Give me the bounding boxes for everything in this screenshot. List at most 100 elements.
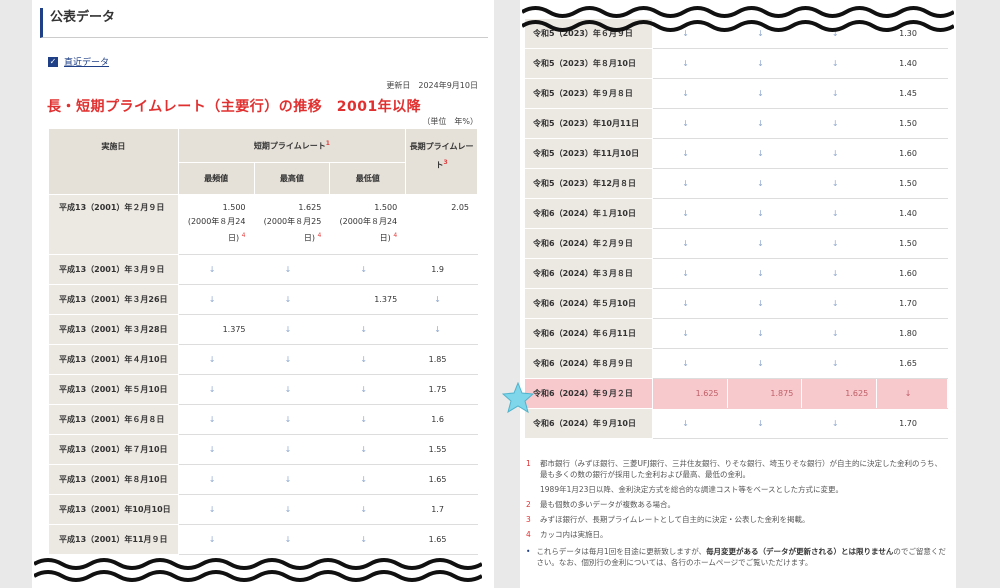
table-row: 平成13（2001）年４月10日 ↓ ↓ ↓ 1.85 [48, 344, 478, 375]
updated-date: 更新日 2024年9月10日 [386, 81, 478, 90]
max-cell: ↓ [726, 108, 803, 139]
header-long-prime: 長期プライムレート3 [405, 128, 478, 195]
min-cell: 1.500 (2000年８月24日) 4 [329, 194, 407, 255]
max-cell: ↓ [253, 254, 331, 285]
date-cell: 令和5（2023）年12月８日 [524, 168, 653, 199]
table-row: 平成13（2001）年３月９日 ↓ ↓ ↓ 1.9 [48, 254, 478, 285]
min-cell: ↓ [329, 314, 407, 345]
max-cell: ↓ [726, 78, 803, 109]
long-cell: 1.50 [876, 168, 948, 199]
max-cell: ↓ [726, 288, 803, 319]
min-cell: ↓ [801, 108, 878, 139]
min-cell: ↓ [801, 258, 878, 289]
min-cell: ↓ [329, 374, 407, 405]
table-row: 平成13（2001）年３月28日 1.375 ↓ ↓ ↓ [48, 314, 478, 345]
footnote-number: 2 [526, 500, 531, 509]
min-value: 1.500 [374, 203, 398, 212]
max-cell: 1.625 (2000年８月25日) 4 [253, 194, 331, 255]
mode-date-note: (2000年８月24日) 4 [187, 217, 246, 243]
footnote-text: 最も個数の多いデータが複数ある場合。 [540, 500, 675, 509]
min-cell: ↓ [801, 168, 878, 199]
date-cell: 令和5（2023）年11月10日 [524, 138, 653, 169]
footnote-ref-1: 1 [325, 139, 330, 147]
mode-cell: ↓ [651, 228, 728, 259]
long-cell: 1.65 [405, 524, 478, 555]
header-mode: 最頻値 [177, 162, 255, 195]
table-row: 平成13（2001）年５月10日 ↓ ↓ ↓ 1.75 [48, 374, 478, 405]
table-row: 令和5（2023）年12月８日 ↓ ↓ ↓ 1.50 [524, 168, 948, 199]
long-cell: 1.50 [876, 108, 948, 139]
max-date-note: (2000年８月25日) 4 [263, 217, 322, 243]
mode-cell: ↓ [651, 108, 728, 139]
table-row: 令和5（2023）年８月10日 ↓ ↓ ↓ 1.40 [524, 48, 948, 79]
long-cell: ↓ [405, 314, 478, 345]
date-cell: 令和5（2023）年10月11日 [524, 108, 653, 139]
min-cell: ↓ [801, 318, 878, 349]
footnote-item: 3 みずほ銀行が、長期プライムレートとして自主的に決定・公表した金利を掲載。 [526, 514, 946, 525]
long-cell: 1.65 [876, 348, 948, 379]
min-cell: ↓ [329, 524, 407, 555]
date-cell: 令和6（2024）年６月11日 [524, 318, 653, 349]
long-cell: 1.80 [876, 318, 948, 349]
min-date-note: (2000年８月24日) 4 [339, 217, 398, 243]
long-cell: ↓ [876, 378, 948, 409]
footnote-item: 4 カッコ内は実施日。 [526, 529, 946, 540]
min-cell: ↓ [801, 348, 878, 379]
footnote-number: 4 [526, 530, 531, 539]
min-cell: ↓ [801, 78, 878, 109]
mode-cell: ↓ [651, 288, 728, 319]
mode-cell: ↓ [177, 524, 255, 555]
long-cell: 2.05 [405, 194, 478, 255]
max-cell: ↓ [253, 284, 331, 315]
date-cell: 平成13（2001）年４月10日 [48, 344, 179, 375]
date-cell: 平成13（2001）年３月９日 [48, 254, 179, 285]
long-cell: 1.40 [876, 48, 948, 79]
date-cell: 令和6（2024）年５月10日 [524, 288, 653, 319]
recent-data-link[interactable]: ✓ 直近データ [48, 55, 109, 68]
mode-cell: ↓ [651, 348, 728, 379]
date-cell: 令和6（2024）年１月10日 [524, 198, 653, 229]
table-row: 令和6（2024）年９月２日 1.625 1.875 1.625 ↓ [524, 378, 948, 409]
min-cell: ↓ [329, 254, 407, 285]
section-title: 公表データ [50, 10, 116, 25]
table-row: 平成13（2001）年３月26日 ↓ ↓ 1.375 ↓ [48, 284, 478, 315]
header-short-label: 短期プライムレート [253, 141, 326, 151]
max-cell: ↓ [726, 168, 803, 199]
date-cell: 平成13（2001）年７月10日 [48, 434, 179, 465]
date-cell: 令和5（2023）年６月９日 [524, 18, 653, 49]
header-date: 実施日 [48, 128, 179, 195]
table-row: 平成13（2001）年２月９日 1.500 (2000年８月24日) 4 1.6… [48, 194, 478, 255]
long-cell: 1.55 [405, 434, 478, 465]
long-cell: 1.60 [876, 138, 948, 169]
date-cell: 令和6（2024）年９月10日 [524, 408, 653, 439]
footnote-item: 1989年1月23日以降、金利決定方式を総合的な調達コスト等をベースとした方式に… [526, 484, 946, 495]
min-cell: ↓ [801, 18, 878, 49]
mode-cell: ↓ [177, 404, 255, 435]
long-cell: 1.7 [405, 494, 478, 525]
checkbox-icon: ✓ [48, 56, 58, 67]
date-cell: 令和6（2024）年９月２日 [524, 378, 653, 409]
min-cell: ↓ [801, 198, 878, 229]
mode-cell: ↓ [651, 198, 728, 229]
footnote-text: 1989年1月23日以降、金利決定方式を総合的な調達コスト等をベースとした方式に… [540, 485, 844, 494]
max-cell: ↓ [726, 318, 803, 349]
mode-cell: ↓ [651, 18, 728, 49]
max-value: 1.625 [298, 203, 322, 212]
max-cell: ↓ [726, 18, 803, 49]
star-marker-icon [502, 382, 534, 414]
max-cell: ↓ [726, 348, 803, 379]
date-cell: 令和5（2023）年８月10日 [524, 48, 653, 79]
min-cell: ↓ [801, 288, 878, 319]
date-cell: 令和6（2024）年８月９日 [524, 348, 653, 379]
max-cell: ↓ [253, 464, 331, 495]
recent-data-label[interactable]: 直近データ [64, 55, 109, 68]
mode-cell: ↓ [651, 168, 728, 199]
mode-cell: ↓ [651, 78, 728, 109]
table-row: 令和6（2024）年１月10日 ↓ ↓ ↓ 1.40 [524, 198, 948, 229]
max-cell: ↓ [253, 524, 331, 555]
table-row: 令和6（2024）年９月10日 ↓ ↓ ↓ 1.70 [524, 408, 948, 439]
date-cell: 平成13（2001）年６月８日 [48, 404, 179, 435]
min-cell: ↓ [801, 48, 878, 79]
date-cell: 令和6（2024）年３月８日 [524, 258, 653, 289]
table-row: 平成13（2001）年10月10日 ↓ ↓ ↓ 1.7 [48, 494, 478, 525]
